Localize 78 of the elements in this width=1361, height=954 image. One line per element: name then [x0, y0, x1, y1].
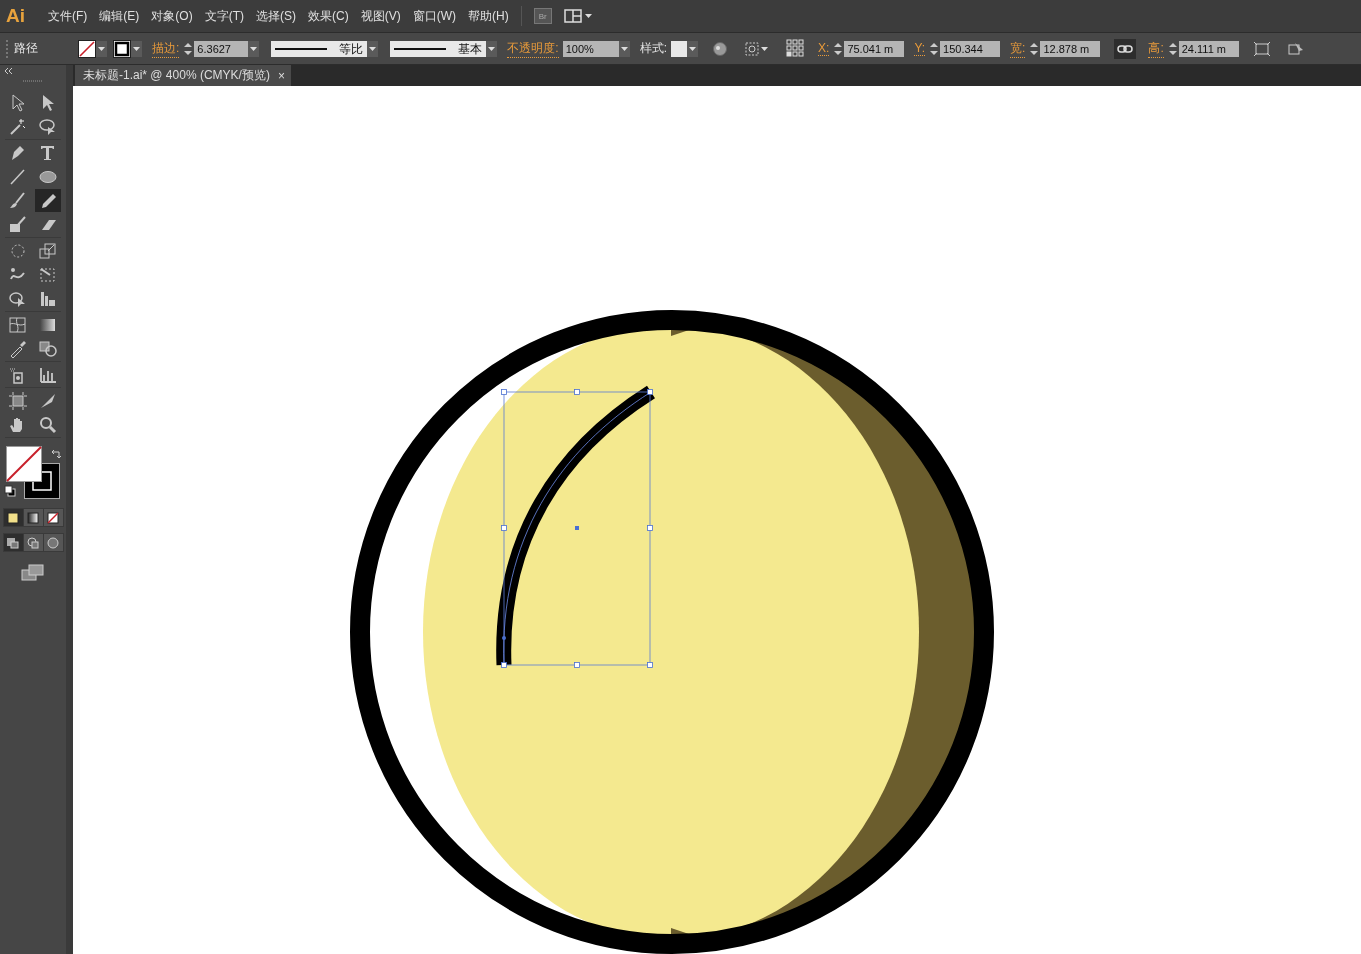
opacity-field[interactable]: 100%	[562, 40, 619, 57]
scale-icon	[38, 240, 58, 261]
spinner-arrows-icon[interactable]	[1167, 40, 1178, 57]
document-tab[interactable]: 未标题-1.ai* @ 400% (CMYK/预览) ×	[75, 65, 291, 86]
menu-item[interactable]: 文件(F)	[42, 4, 94, 28]
grip-icon	[23, 79, 43, 83]
fill-swatch-icon[interactable]	[6, 446, 42, 482]
color-mode-icon	[5, 509, 21, 526]
color-mode-button[interactable]	[43, 509, 63, 526]
coordinate-label: 宽:	[1010, 39, 1026, 58]
spinner-arrows-icon[interactable]	[833, 40, 844, 57]
artboard-icon	[8, 390, 28, 411]
reference-point-grid-icon[interactable]	[786, 38, 807, 59]
fill-swatch-icon[interactable]	[78, 39, 96, 58]
collapse-arrows-icon[interactable]	[4, 67, 14, 75]
color-mode-button[interactable]	[3, 509, 23, 526]
eyedropper-icon	[8, 338, 28, 359]
mesh-icon	[8, 314, 28, 335]
color-mode-button[interactable]	[23, 509, 43, 526]
spinner-arrows-icon[interactable]	[1029, 40, 1040, 57]
opacity-label[interactable]: 不透明度:	[507, 39, 559, 58]
swap-arrows-icon[interactable]	[50, 448, 62, 460]
magnifier-icon	[38, 414, 58, 435]
draw-mode-button[interactable]	[43, 534, 63, 551]
workspace-layout-icon[interactable]	[563, 8, 594, 24]
screen-mode-icon[interactable]	[21, 564, 45, 582]
draw-mode-icon	[25, 534, 41, 551]
menu-item[interactable]: 文字(T)	[198, 4, 250, 28]
link-icon[interactable]	[1114, 38, 1137, 59]
variable-width-dropdown[interactable]: 等比	[271, 40, 368, 57]
caret-icon[interactable]	[486, 40, 498, 57]
coordinate-field[interactable]: 75.041 m	[844, 40, 905, 57]
caret-icon[interactable]	[618, 40, 630, 57]
selection-type-label: 路径	[14, 40, 38, 57]
menu-item[interactable]: 帮助(H)	[462, 4, 515, 28]
coordinate-label: X:	[818, 41, 830, 56]
menu-item[interactable]: 选择(S)	[250, 4, 302, 28]
caret-icon[interactable]	[248, 40, 260, 57]
tool-button[interactable]	[35, 189, 61, 212]
app-logo: Ai	[6, 5, 26, 27]
stroke-label[interactable]: 描边:	[152, 39, 180, 58]
dotted-frame-icon[interactable]	[744, 40, 771, 57]
transform-frame-icon[interactable]	[1252, 40, 1271, 57]
paintbrush-icon	[8, 190, 28, 211]
menu-item[interactable]: 对象(O)	[145, 4, 199, 28]
blob-brush-icon	[8, 214, 28, 235]
menu-item[interactable]: 窗口(W)	[406, 4, 462, 28]
coordinate-label: 高:	[1148, 39, 1164, 58]
draw-mode-button[interactable]	[3, 534, 23, 551]
style-swatch[interactable]	[671, 40, 688, 57]
coordinate-field[interactable]: 12.878 m	[1040, 40, 1101, 57]
document-title: 未标题-1.ai* @ 400% (CMYK/预览)	[83, 67, 270, 84]
none-mode-icon	[45, 509, 61, 526]
stroke-swatch-icon[interactable]	[113, 39, 131, 58]
spinner-arrows-icon[interactable]	[183, 40, 194, 57]
draw-mode-icon	[45, 534, 61, 551]
coordinate-label: Y:	[914, 41, 926, 56]
magic-wand-icon	[8, 116, 28, 137]
draw-mode-button[interactable]	[23, 534, 43, 551]
caret-icon[interactable]	[687, 40, 699, 57]
menu-item[interactable]: 编辑(E)	[93, 4, 146, 28]
spinner-arrows-icon[interactable]	[929, 40, 940, 57]
menu-item[interactable]: 视图(V)	[354, 4, 407, 28]
style-label: 样式:	[639, 40, 668, 57]
default-colors-icon[interactable]	[4, 485, 16, 497]
caret-icon[interactable]	[131, 40, 142, 57]
coordinate-field[interactable]: 150.344	[940, 40, 1001, 57]
globe-icon[interactable]	[712, 40, 729, 57]
caret-icon[interactable]	[367, 40, 379, 57]
lasso-icon	[38, 116, 58, 137]
menu-item[interactable]: 效果(C)	[302, 4, 355, 28]
coordinate-field[interactable]: 24.111 m	[1178, 40, 1239, 57]
brush-dropdown[interactable]: 基本	[390, 40, 487, 57]
close-button[interactable]: ×	[277, 68, 285, 83]
stroke-weight-field[interactable]: 6.3627	[194, 40, 249, 57]
caret-icon[interactable]	[96, 40, 107, 57]
blend-icon	[38, 338, 58, 359]
gradient-mode-icon	[25, 509, 41, 526]
